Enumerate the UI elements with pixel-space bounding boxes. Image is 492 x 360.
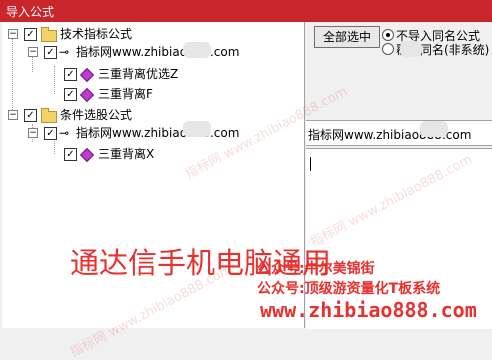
blur-smudge xyxy=(183,42,211,58)
collapse-toggle[interactable]: − xyxy=(8,29,18,39)
title-bar: 导入公式 xyxy=(0,0,492,22)
tree-item-formula[interactable]: ✓ 三重背离优选Z xyxy=(2,65,302,83)
tree-item-label: 三重背离优选Z xyxy=(98,67,179,81)
checkbox[interactable]: ✓ xyxy=(64,148,77,161)
formula-gem-icon xyxy=(79,67,95,83)
collapse-toggle[interactable]: − xyxy=(28,47,38,57)
checkbox[interactable]: ✓ xyxy=(24,109,37,122)
collapse-toggle[interactable]: − xyxy=(28,128,38,138)
radio-overwrite[interactable] xyxy=(382,43,394,55)
checkbox[interactable]: ✓ xyxy=(24,28,37,41)
checkbox[interactable]: ✓ xyxy=(64,88,77,101)
tree-item-stock-selection[interactable]: − ✓ 条件选股公式 xyxy=(2,106,302,124)
promo-line-2: 公众号:顶级游资量化T板系统 xyxy=(257,281,441,297)
radio-skip-duplicates[interactable] xyxy=(382,29,394,41)
tree-item-source[interactable]: − ✓ ⊸ 指标网www.zhibiao888.com xyxy=(2,43,302,61)
folder-icon xyxy=(41,108,57,123)
tree-item-label: 三重背离F xyxy=(98,87,153,101)
promo-line-1: 公众号:牛尔美锦街 xyxy=(257,261,375,277)
tree-item-label: 指标网www.zhibiao888.com xyxy=(76,126,240,140)
checkbox[interactable]: ✓ xyxy=(44,127,57,140)
promo-url: www.zhibiao888.com xyxy=(260,298,477,322)
blur-smudge xyxy=(420,121,448,137)
key-icon: ⊸ xyxy=(59,45,70,59)
tree-item-label: 指标网www.zhibiao888.com xyxy=(76,45,240,59)
select-all-button[interactable]: 全部选中 xyxy=(314,26,380,48)
folder-icon xyxy=(41,27,57,42)
formula-gem-icon xyxy=(79,87,95,103)
tree-item-label: 技术指标公式 xyxy=(60,27,133,41)
formula-name-field[interactable]: 指标网www.zhibiao888.com xyxy=(306,120,492,146)
checkbox[interactable]: ✓ xyxy=(64,68,77,81)
tree-item-formula[interactable]: ✓ 三重背离F xyxy=(2,85,302,103)
window-title: 导入公式 xyxy=(6,5,55,19)
checkbox[interactable]: ✓ xyxy=(44,46,57,59)
tree-item-formula[interactable]: ✓ 三重背离X xyxy=(2,145,302,163)
tree-item-tech-formulas[interactable]: − ✓ 技术指标公式 xyxy=(2,25,302,43)
collapse-toggle[interactable]: − xyxy=(8,110,18,120)
tree-item-label: 条件选股公式 xyxy=(60,108,133,122)
key-icon: ⊸ xyxy=(59,126,70,140)
blur-smudge xyxy=(400,41,422,57)
tree-item-label: 三重背离X xyxy=(98,147,155,161)
text-cursor xyxy=(310,157,311,171)
formula-gem-icon xyxy=(79,147,95,163)
blur-smudge xyxy=(183,121,211,137)
